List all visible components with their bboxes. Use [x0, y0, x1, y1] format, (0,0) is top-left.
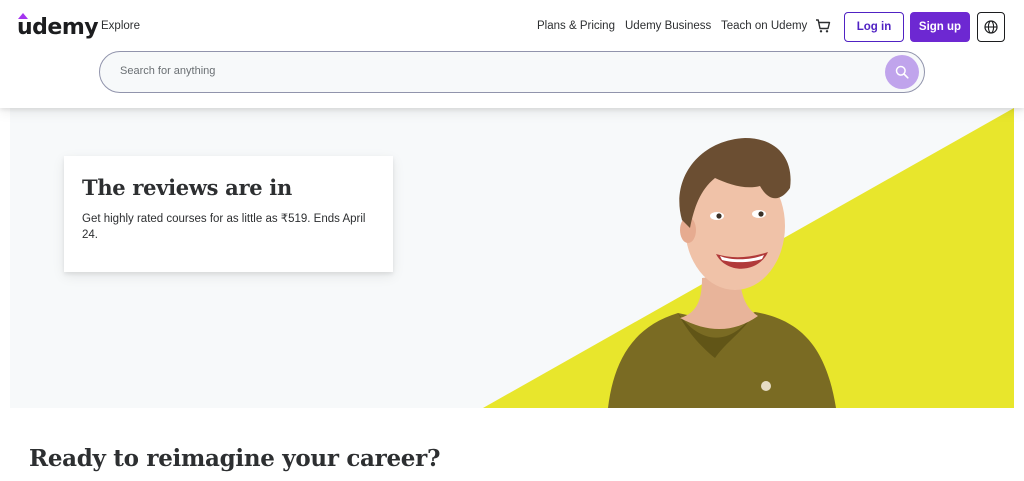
- logo-text: udemy: [17, 15, 99, 40]
- login-button[interactable]: Log in: [844, 12, 904, 42]
- udemy-logo[interactable]: udemy: [17, 13, 99, 43]
- globe-icon: [984, 20, 998, 34]
- promo-card: The reviews are in Get highly rated cour…: [64, 156, 393, 272]
- search-button[interactable]: [885, 55, 919, 89]
- plans-pricing-link[interactable]: Plans & Pricing: [537, 20, 615, 32]
- site-header: udemy Explore Plans & Pricing Udemy Busi…: [0, 0, 1024, 108]
- search-icon: [895, 65, 909, 79]
- search-bar: [99, 51, 925, 93]
- udemy-business-link[interactable]: Udemy Business: [625, 20, 711, 32]
- explore-link[interactable]: Explore: [101, 20, 140, 32]
- teach-on-udemy-link[interactable]: Teach on Udemy: [721, 20, 807, 32]
- signup-button[interactable]: Sign up: [910, 12, 970, 42]
- promo-description: Get highly rated courses for as little a…: [82, 213, 366, 241]
- promo-title: The reviews are in: [82, 175, 292, 200]
- section-heading: Ready to reimagine your career?: [29, 445, 441, 472]
- cart-icon[interactable]: [815, 18, 831, 34]
- language-button[interactable]: [977, 12, 1005, 42]
- search-input[interactable]: [120, 65, 820, 77]
